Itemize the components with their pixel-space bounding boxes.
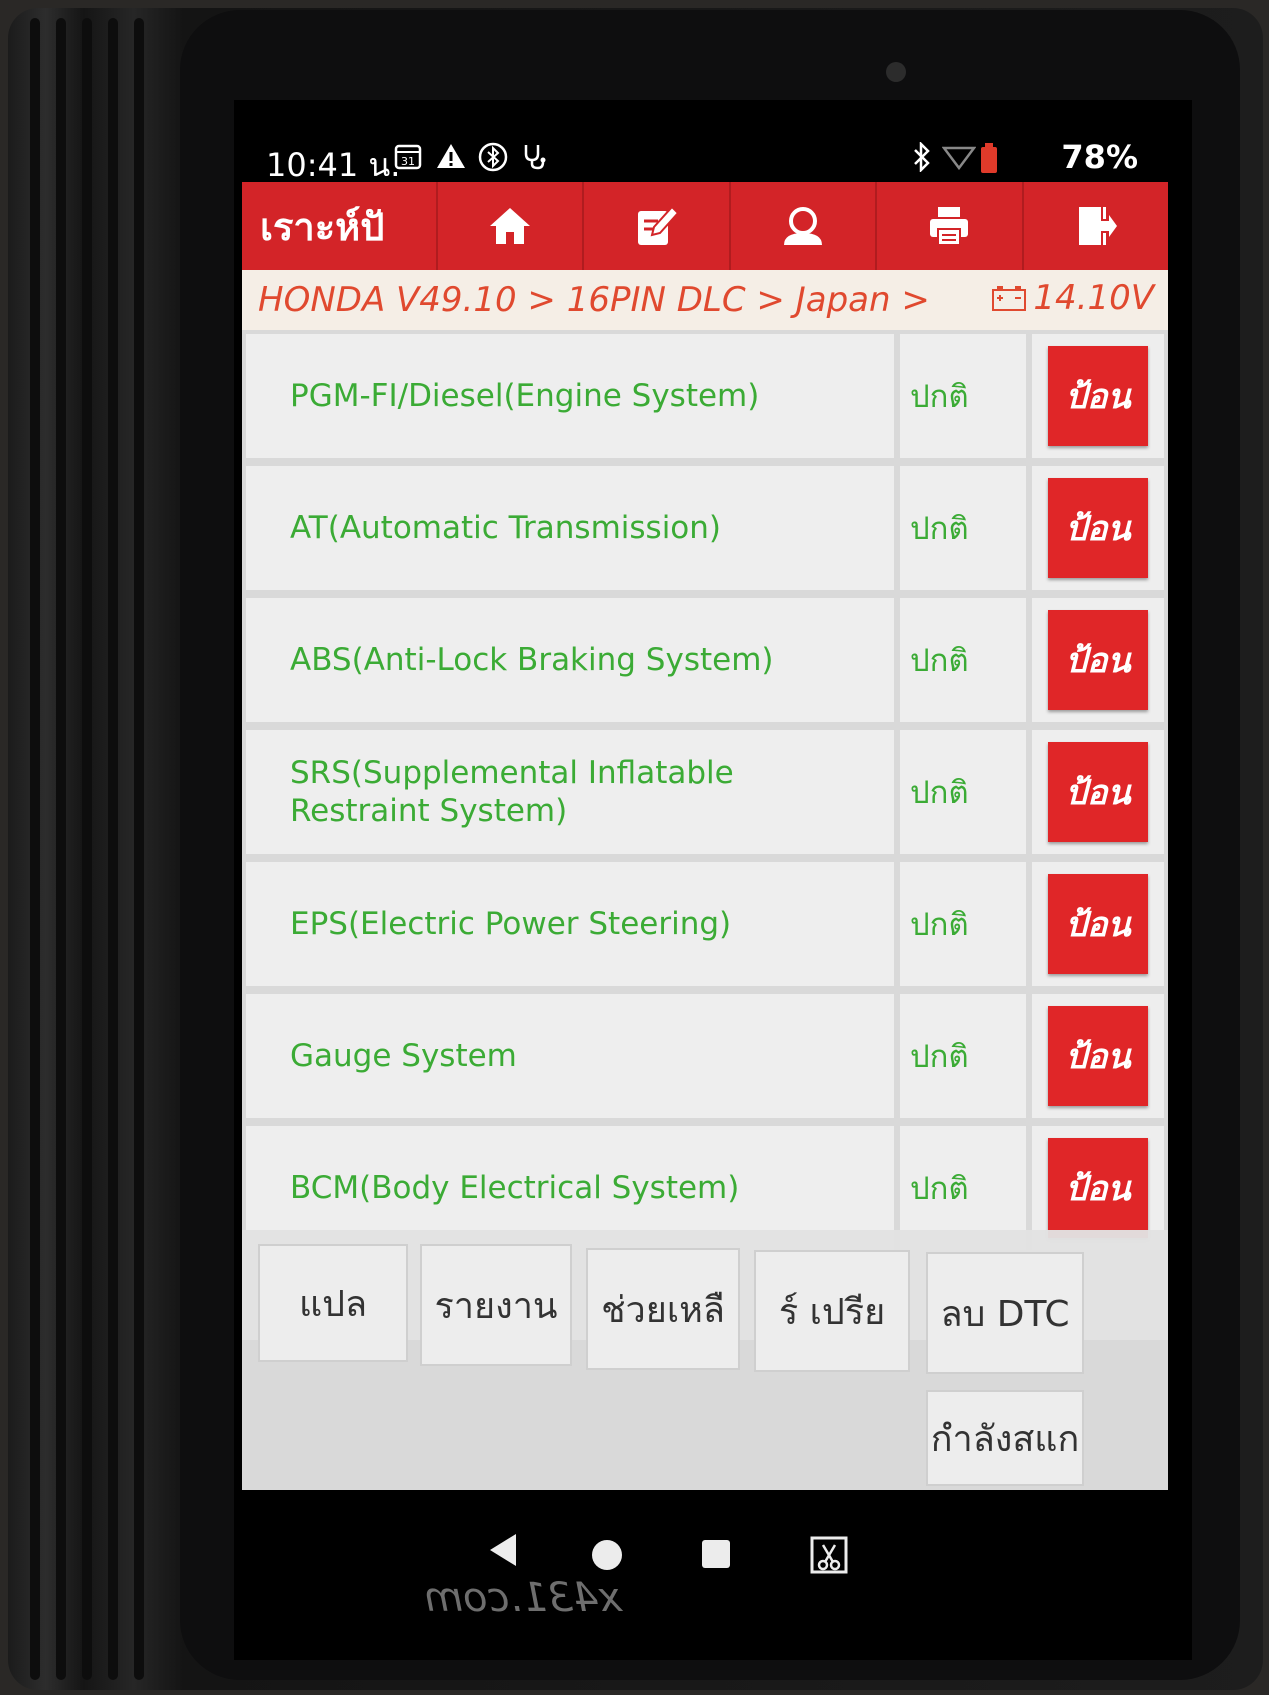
- print-button[interactable]: [877, 182, 1024, 270]
- edit-button[interactable]: [584, 182, 731, 270]
- user-support-icon: [784, 207, 823, 245]
- scanning-button[interactable]: กำลังสแก: [926, 1390, 1084, 1486]
- system-status: ปกติ: [900, 598, 1026, 722]
- system-row: SRS(Supplemental Inflatable Restraint Sy…: [242, 726, 1168, 858]
- system-status: ปกติ: [900, 994, 1026, 1118]
- system-name: EPS(Electric Power Steering): [246, 862, 894, 986]
- case-grip: [56, 18, 66, 1680]
- bluetooth-icon: [912, 140, 932, 179]
- screenshot-icon[interactable]: [809, 1535, 849, 1575]
- device-screen: 10:41 น. 31 78% เราะห์ปั HONDA V49.10 > …: [234, 100, 1192, 1660]
- recent-apps-icon[interactable]: [702, 1540, 730, 1568]
- case-grip: [108, 18, 118, 1680]
- system-row: PGM-FI/Diesel(Engine System) ปกติ ป้อน: [242, 330, 1168, 462]
- system-status: ปกติ: [900, 334, 1026, 458]
- enter-button[interactable]: ป้อน: [1048, 610, 1148, 710]
- front-camera: [886, 62, 906, 82]
- system-name: Gauge System: [246, 994, 894, 1118]
- bottom-action-panel: แปล รายงาน ช่วยเหลื ร์ เปรีย ลบ DTC กำลั…: [242, 1230, 1168, 1490]
- warning-icon: [436, 142, 466, 177]
- case-grip: [30, 18, 40, 1680]
- enter-button[interactable]: ป้อน: [1048, 874, 1148, 974]
- system-status: ปกติ: [900, 730, 1026, 854]
- app-toolbar: เราะห์ปั: [242, 182, 1168, 270]
- enter-button[interactable]: ป้อน: [1048, 346, 1148, 446]
- battery-level: 78%: [1061, 138, 1138, 176]
- case-grip: [82, 18, 92, 1680]
- voltage-readout: 14.10V: [991, 278, 1154, 318]
- app-title: เราะห์ปั: [242, 182, 438, 270]
- stethoscope-icon: [522, 142, 548, 177]
- system-row: Gauge System ปกติ ป้อน: [242, 990, 1168, 1122]
- case-grip: [134, 18, 144, 1680]
- status-bar: 10:41 น. 31 78%: [266, 136, 1166, 184]
- system-row: AT(Automatic Transmission) ปกติ ป้อน: [242, 462, 1168, 594]
- enter-button[interactable]: ป้อน: [1048, 742, 1148, 842]
- report-button[interactable]: รายงาน: [420, 1244, 572, 1366]
- android-nav-bar: x431.com: [234, 1495, 1192, 1621]
- system-name: PGM-FI/Diesel(Engine System): [246, 334, 894, 458]
- enter-button[interactable]: ป้อน: [1048, 478, 1148, 578]
- back-icon[interactable]: [484, 1530, 524, 1570]
- battery-icon: [980, 142, 998, 181]
- system-name: ABS(Anti-Lock Braking System): [246, 598, 894, 722]
- car-battery-icon: [992, 286, 1027, 311]
- svg-text:31: 31: [401, 155, 415, 168]
- translate-button[interactable]: แปล: [258, 1244, 408, 1362]
- device-logo: x431.com: [424, 1575, 623, 1621]
- printer-icon: [930, 207, 969, 246]
- home-nav-icon[interactable]: [592, 1540, 622, 1570]
- enter-button[interactable]: ป้อน: [1048, 1138, 1148, 1238]
- wifi-icon: [941, 142, 977, 179]
- enter-button[interactable]: ป้อน: [1048, 1006, 1148, 1106]
- support-button[interactable]: [731, 182, 878, 270]
- system-name: SRS(Supplemental Inflatable Restraint Sy…: [246, 730, 894, 854]
- exit-button[interactable]: [1024, 182, 1168, 270]
- system-row: ABS(Anti-Lock Braking System) ปกติ ป้อน: [242, 594, 1168, 726]
- breadcrumb: HONDA V49.10 > 16PIN DLC > Japan > Healt…: [258, 280, 938, 320]
- calendar-icon: 31: [394, 142, 422, 177]
- bluetooth-circle-icon: [478, 142, 508, 179]
- help-button[interactable]: ช่วยเหลื: [586, 1248, 740, 1370]
- compare-button[interactable]: ร์ เปรีย: [754, 1250, 910, 1372]
- home-icon: [490, 208, 531, 244]
- edit-icon: [637, 205, 679, 245]
- voltage-value: 14.10V: [1033, 278, 1154, 318]
- system-status: ปกติ: [900, 862, 1026, 986]
- clear-dtc-button[interactable]: ลบ DTC: [926, 1252, 1084, 1374]
- system-list: PGM-FI/Diesel(Engine System) ปกติ ป้อน A…: [242, 330, 1168, 1340]
- system-name: AT(Automatic Transmission): [246, 466, 894, 590]
- system-status: ปกติ: [900, 466, 1026, 590]
- exit-icon: [1078, 207, 1117, 245]
- system-row: EPS(Electric Power Steering) ปกติ ป้อน: [242, 858, 1168, 990]
- breadcrumb-bar: HONDA V49.10 > 16PIN DLC > Japan > Healt…: [242, 270, 1168, 330]
- home-button[interactable]: [438, 182, 585, 270]
